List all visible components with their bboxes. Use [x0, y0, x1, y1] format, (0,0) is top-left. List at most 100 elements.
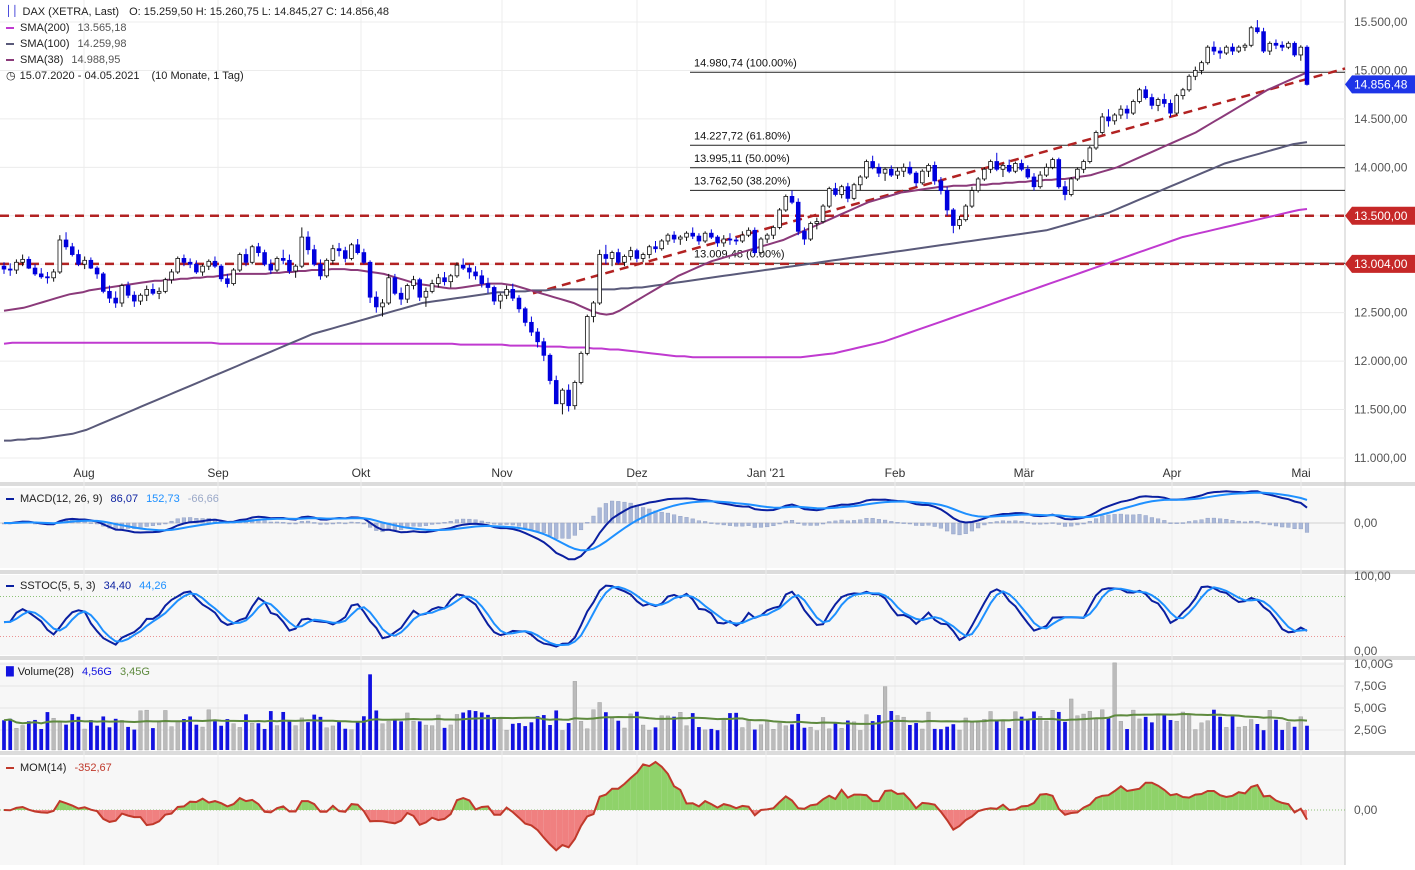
candle-body — [1243, 45, 1247, 47]
candle-body — [1020, 163, 1024, 169]
volume-bar — [530, 722, 534, 750]
macd-histogram-bar — [1212, 518, 1216, 523]
volume-bar — [1181, 712, 1185, 750]
candle-body — [536, 332, 540, 342]
volume-bar — [337, 721, 341, 750]
macd-histogram-bar — [908, 523, 912, 524]
fib-level-label: 14.980,74 (100.00%) — [694, 57, 797, 69]
mom-area-segment — [656, 762, 662, 810]
candle-body — [1287, 43, 1291, 47]
volume-bar — [418, 721, 422, 750]
x-axis-label: Okt — [352, 466, 371, 480]
volume-bar — [772, 729, 776, 750]
candle-body — [554, 380, 558, 403]
macd-histogram-bar — [486, 522, 490, 523]
mom-area-segment — [873, 801, 879, 810]
macd-histogram-bar — [747, 523, 751, 526]
volume-bar — [803, 728, 807, 750]
macd-histogram-bar — [1231, 520, 1235, 523]
volume-bar — [834, 722, 838, 750]
macd-histogram-bar — [647, 509, 651, 523]
candle-body — [188, 262, 192, 264]
candle-body — [772, 227, 776, 235]
macd-histogram-bar — [1181, 523, 1185, 524]
candle-body — [226, 279, 230, 284]
candle-body — [1113, 115, 1117, 121]
macd-histogram-bar — [1200, 520, 1204, 523]
volume-bar — [567, 723, 571, 750]
volume-bar — [1131, 710, 1135, 750]
candle-body — [1156, 100, 1160, 106]
volume-bar — [33, 720, 37, 750]
macd-histogram-bar — [1125, 515, 1129, 523]
macd-histogram-bar — [598, 508, 602, 523]
volume-bar — [610, 718, 614, 750]
macd-histogram-bar — [1274, 523, 1278, 526]
volume-bar — [52, 718, 56, 750]
macd-histogram-bar — [1193, 521, 1197, 523]
volume-bar — [83, 729, 87, 750]
volume-bar — [722, 719, 726, 750]
macd-histogram-bar — [157, 523, 161, 525]
candle-body — [1175, 96, 1179, 113]
volume-bar — [1268, 710, 1272, 750]
candle-body — [263, 253, 267, 265]
macd-histogram-bar — [474, 520, 478, 523]
candle-body — [1169, 103, 1173, 113]
mom-area-segment — [1133, 789, 1139, 810]
volume-bar — [294, 726, 298, 750]
candle-body — [443, 278, 447, 282]
macd-histogram-bar — [412, 523, 416, 526]
price-legend: ││ DAX (XETRA, Last) O: 15.259,50 H: 15.… — [6, 4, 389, 84]
candle-body — [381, 303, 385, 307]
macd-histogram-bar — [753, 523, 757, 528]
macd-histogram-bar — [1144, 515, 1148, 523]
candle-body — [108, 291, 112, 298]
macd-histogram-bar — [1088, 521, 1092, 523]
price-tick-label: 14.500,00 — [1354, 112, 1408, 126]
candle-body — [250, 247, 254, 263]
candle-body — [1082, 162, 1086, 170]
candle-body — [753, 230, 757, 252]
macd-histogram-bar — [865, 518, 869, 523]
macd-histogram-bar — [1287, 523, 1291, 527]
sma200-swatch — [6, 27, 14, 29]
volume-bar — [1237, 727, 1241, 750]
candle-body — [976, 179, 980, 191]
volume-bar — [672, 717, 676, 750]
candle-body — [933, 165, 937, 181]
candle-body — [1187, 76, 1191, 90]
candle-body — [517, 298, 521, 309]
volume-bar — [1063, 722, 1067, 750]
volume-bar — [207, 710, 211, 750]
volume-tick-label: 2,50G — [1354, 723, 1387, 737]
macd-histogram-bar — [660, 512, 664, 523]
candle-body — [660, 241, 664, 249]
volume-bar — [654, 727, 658, 750]
candle-body — [896, 171, 900, 175]
macd-histogram-bar — [505, 523, 509, 525]
volume-bar — [1206, 721, 1210, 750]
volume-bar — [865, 715, 869, 750]
candle-body — [871, 162, 875, 168]
macd-histogram-bar — [337, 522, 341, 523]
candle-body — [238, 255, 242, 271]
separator-macd — [0, 482, 1415, 486]
macd-histogram-bar — [784, 521, 788, 523]
volume-bar — [126, 727, 130, 750]
volume-bar — [244, 714, 248, 750]
candle-body — [1293, 43, 1297, 55]
sma100-legend: SMA(100) 14.259,98 — [6, 36, 389, 52]
volume-bar — [1125, 729, 1129, 750]
candle-body — [15, 262, 19, 270]
volume-bar — [703, 730, 707, 750]
candle-body — [1063, 187, 1067, 195]
mom-area-segment — [1251, 785, 1257, 810]
volume-bar — [1162, 714, 1166, 750]
macd-histogram-bar — [1131, 515, 1135, 523]
volume-bar — [486, 715, 490, 750]
candle-body — [449, 276, 453, 282]
candle-body — [21, 259, 25, 262]
volume-bar — [387, 721, 391, 750]
macd-histogram-bar — [666, 513, 670, 523]
